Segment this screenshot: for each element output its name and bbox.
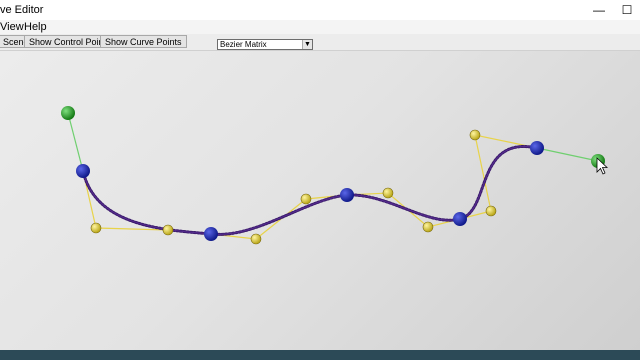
anchor-point[interactable] [530, 141, 544, 155]
curve-underline [82, 146, 538, 235]
control-point[interactable] [90, 222, 102, 234]
control-point[interactable] [422, 221, 434, 233]
anchor-point[interactable] [76, 164, 90, 178]
control-point[interactable] [485, 205, 497, 217]
control-point[interactable] [300, 193, 312, 205]
end-tangent-line [536, 147, 599, 162]
anchor-point[interactable] [204, 227, 218, 241]
tangent-lines [67, 112, 599, 172]
anchor-point[interactable] [340, 188, 354, 202]
control-point[interactable] [250, 233, 262, 245]
control-point[interactable] [382, 187, 394, 199]
control-polygon [82, 134, 538, 240]
bezier-curve [81, 145, 539, 236]
taskbar-strip [0, 350, 640, 360]
control-point[interactable] [162, 224, 174, 236]
start-handle[interactable] [61, 106, 75, 120]
curve-canvas[interactable] [0, 0, 640, 360]
start-tangent-line [67, 112, 84, 172]
control-point[interactable] [469, 129, 481, 141]
endpoint-handles[interactable] [61, 106, 605, 168]
anchor-point[interactable] [453, 212, 467, 226]
